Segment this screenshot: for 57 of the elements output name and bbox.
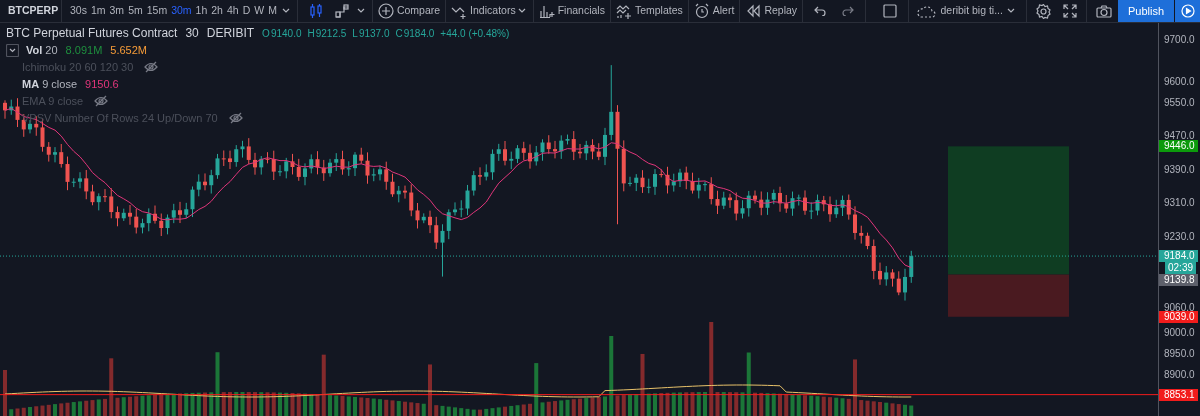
ohlc-value: 9184.0 [403,26,435,41]
price-tick: 9000.0 [1164,327,1195,340]
price-tick: 9060.0 [1164,302,1195,313]
indicator-value: 5.652M [110,42,147,58]
price-change: +44.0 (+0.48%) [440,26,510,41]
interval-tab[interactable]: D [242,3,251,19]
price-tick: 8900.0 [1164,369,1195,381]
ohlc-label: C [395,26,403,41]
ohlc-label: H [307,26,315,41]
chart-title: BTC Perpetual Futures Contract [6,25,178,42]
interval-tab[interactable]: 30s [70,3,87,19]
interval-tab[interactable]: 3m [109,3,125,19]
publish-button[interactable]: Publish [1117,0,1174,22]
interval-tab[interactable]: M [268,3,277,19]
interval-tab[interactable]: 5m [128,3,143,19]
indicator-value: 8.091M [65,42,103,58]
ohlc-label: L [352,26,358,41]
ohlc-value: 9137.0 [358,26,390,41]
interval-tab[interactable]: W [254,3,265,19]
indicator-value: 9150.6 [85,76,119,92]
interval-tab[interactable]: 2h [211,3,223,19]
price-tick: 9390.0 [1164,163,1195,176]
price-tick: 9700.0 [1164,34,1195,46]
interval-tab[interactable]: 30m [171,3,192,19]
interval-tab[interactable]: 15m [146,3,168,19]
exchange-label: DERIBIT [206,25,255,42]
price-badge: 9184.0 [1159,250,1198,263]
price-axis[interactable]: 9700.0 9600.0 9550.0 9470.0 9390.0 9310.0 9230.0 9060.0 9000.0 8950.0 8900.0 9446.0 9184.0 02:39 9139.8 9039.0 8853.1 [1158,23,1200,416]
price-tick: 9550.0 [1164,96,1195,109]
price-badge: 9039.0 [1159,310,1198,323]
countdown-badge: 02:39 [1165,262,1197,275]
price-badge: 8853.1 [1159,388,1198,401]
price-tick: 9310.0 [1164,197,1195,210]
price-badge: 9139.8 [1159,274,1198,287]
ohlc-value: 9212.5 [315,26,347,41]
price-tick: 9470.0 [1164,130,1195,142]
financials-button[interactable]: Financials [536,2,607,20]
templates-button[interactable]: Templates [613,2,685,20]
symbol-label[interactable]: BTCPERP [0,3,58,19]
price-tick: 9600.0 [1164,75,1195,88]
replay-button[interactable]: Replay [743,2,800,20]
layout-menu[interactable]: deribit big ti... [912,3,1007,19]
ohlc-label: O [262,26,270,41]
interval-tab[interactable]: 1h [195,3,208,19]
interval-label: 30 [185,25,199,42]
indicators-button[interactable]: Indicators [449,2,518,20]
compare-button[interactable]: Compare [375,2,443,20]
layout-name: deribit big ti... [940,3,1003,19]
price-tick: 8950.0 [1164,348,1195,361]
price-badge: 9446.0 [1159,140,1198,153]
indicator-label[interactable]: Vol 20 [26,41,58,59]
price-tick: 9230.0 [1164,230,1195,243]
interval-tab[interactable]: 4h [226,3,239,19]
alert-button[interactable]: Alert [691,2,737,20]
ohlc-value: 9140.0 [270,26,302,41]
indicator-label[interactable]: MA 9 close [22,75,78,93]
interval-tab[interactable]: 1m [90,3,106,19]
